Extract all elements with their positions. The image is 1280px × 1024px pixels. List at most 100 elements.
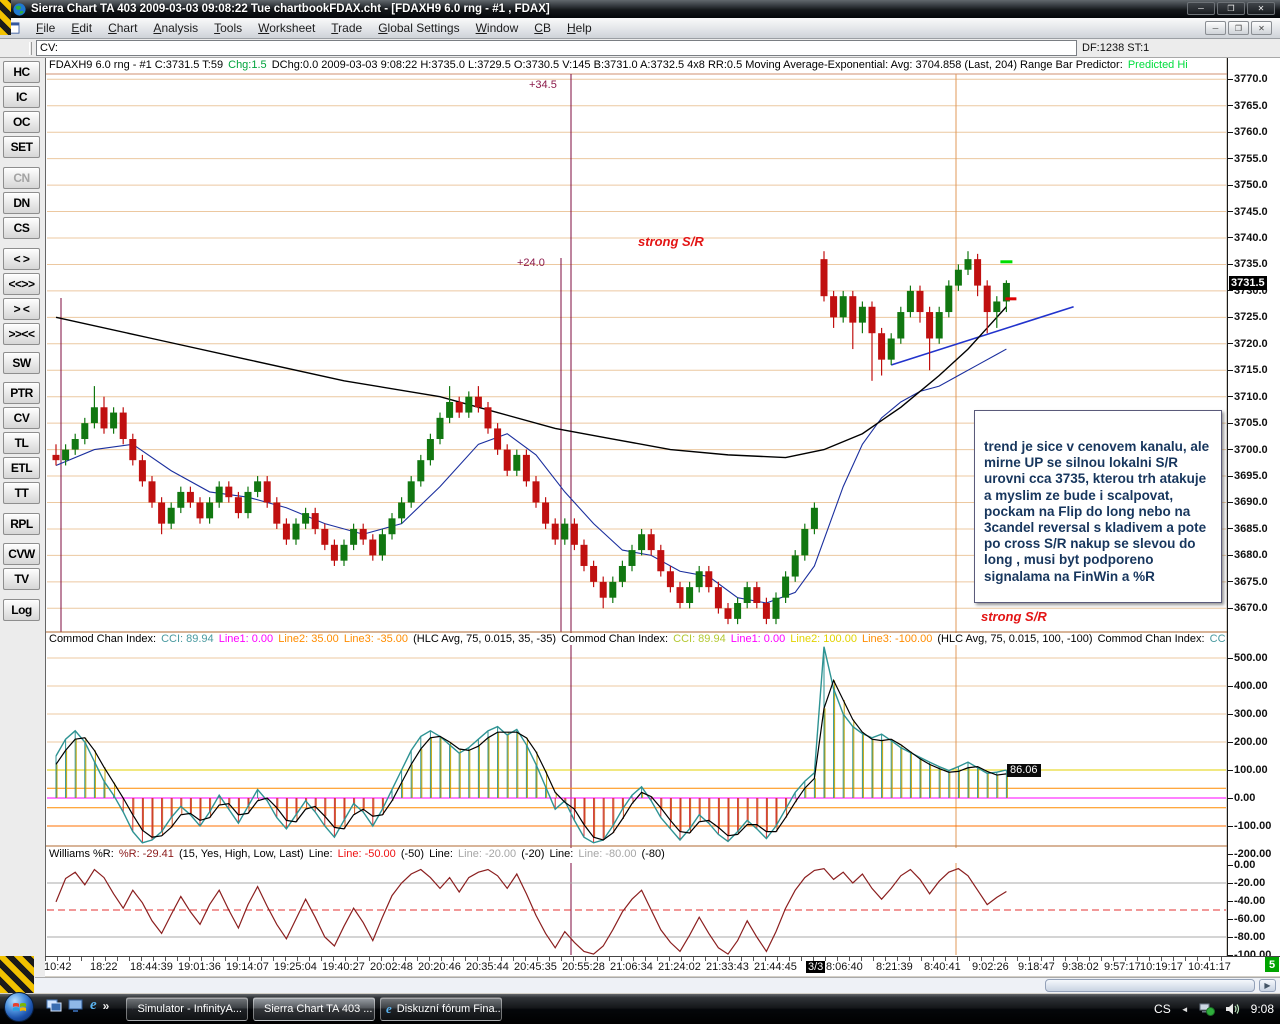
- child-minimize-button[interactable]: ─: [1205, 21, 1226, 35]
- toolbar-grip[interactable]: [29, 42, 32, 55]
- taskbar: e » Simulator - InfinityA... Sierra Chart…: [0, 992, 1280, 1024]
- menu-help[interactable]: Help: [559, 19, 600, 37]
- sidebar-button-tt[interactable]: TT: [3, 482, 40, 504]
- taskbar-task-2[interactable]: Sierra Chart TA 403 ...: [253, 997, 375, 1021]
- scale-tick-label: 100.00: [1228, 763, 1268, 777]
- window-switcher-icon[interactable]: [46, 999, 62, 1013]
- child-close-button[interactable]: ✕: [1251, 21, 1272, 35]
- minimize-button[interactable]: ─: [1187, 2, 1215, 15]
- candlestick-series: [52, 251, 1010, 625]
- quick-launch-chevron-icon[interactable]: »: [103, 999, 110, 1013]
- scale-tick: [1228, 105, 1233, 107]
- range-marker-mid: +24.0: [517, 257, 545, 269]
- menu-file[interactable]: File: [28, 19, 63, 37]
- internet-explorer-icon[interactable]: e: [90, 997, 97, 1014]
- scale-tick: [1228, 528, 1233, 530]
- taskbar-task-3[interactable]: e Diskuzní fórum Fina...: [380, 997, 502, 1021]
- sidebar-button-cs[interactable]: CS: [3, 217, 40, 239]
- menu-cb[interactable]: CB: [526, 19, 559, 37]
- time-axis-label: 19:14:07: [226, 961, 269, 973]
- price-scale[interactable]: 3770.0 3765.0 3760.0 3755.0 3750.0 3745.0 3740…: [1227, 58, 1280, 961]
- scale-tick-label: 3765.0: [1228, 99, 1268, 113]
- study-header-segment: Line:: [308, 848, 336, 860]
- sidebar-button-etl[interactable]: ETL: [3, 457, 40, 479]
- taskbar-task-1[interactable]: Simulator - InfinityA...: [126, 997, 248, 1021]
- scale-tick: [1228, 237, 1233, 239]
- hidden-icons-arrow[interactable]: ◄: [1181, 1005, 1189, 1014]
- study-header-segment: Williams %R:: [49, 848, 117, 860]
- menu-tools[interactable]: Tools: [206, 19, 250, 37]
- time-axis-label: 21:33:43: [706, 961, 749, 973]
- horizontal-scrollbar[interactable]: ▶: [35, 977, 1280, 993]
- sidebar-button-cn[interactable]: CN: [3, 167, 40, 189]
- sidebar-button-tl[interactable]: TL: [3, 432, 40, 454]
- sidebar-button-sw[interactable]: SW: [3, 352, 40, 374]
- sidebar-button-cvw[interactable]: CVW: [3, 543, 40, 565]
- sidebar-button-log[interactable]: Log: [3, 599, 40, 621]
- scrollbar-right-arrow[interactable]: ▶: [1259, 979, 1276, 992]
- menu-window[interactable]: Window: [468, 19, 527, 37]
- scale-tick-label: 3740.0: [1228, 231, 1268, 245]
- time-axis-label: 10:41:17: [1188, 961, 1231, 973]
- scale-tick: [1228, 184, 1233, 186]
- volume-icon[interactable]: [1225, 1002, 1241, 1016]
- menu-items: File Edit Chart Analysis Tools Worksheet Trade…: [28, 19, 600, 37]
- update-interval-badge: 5: [1265, 957, 1279, 972]
- annotation-note[interactable]: trend je sice v cenovem kanalu, ale mirn…: [974, 410, 1222, 603]
- strong-sr-label-bottom[interactable]: strong S/R: [981, 609, 1047, 624]
- child-restore-button[interactable]: ❐: [1228, 21, 1249, 35]
- session-divider-lines: [60, 74, 957, 955]
- sidebar-button-tv[interactable]: TV: [3, 568, 40, 590]
- sidebar-button-set[interactable]: SET: [3, 136, 40, 158]
- time-axis[interactable]: 10:42 18:22 18:44:39 19:01:36 19:14:07 19:25:…: [44, 956, 1280, 976]
- menu-analysis[interactable]: Analysis: [145, 19, 206, 37]
- sidebar-button-ptr[interactable]: PTR: [3, 382, 40, 404]
- scale-tick-label: 3745.0: [1228, 205, 1268, 219]
- menu-trade[interactable]: Trade: [323, 19, 370, 37]
- scale-tick-label: 3675.0: [1228, 575, 1268, 589]
- quick-launch: e »: [46, 997, 109, 1014]
- menu-worksheet[interactable]: Worksheet: [250, 19, 323, 37]
- study-header-segment: Commod Chan Index:: [1097, 633, 1208, 645]
- close-button[interactable]: ✕: [1247, 2, 1275, 15]
- study-header-segment: CCI: 89.94: [673, 633, 729, 645]
- sidebar-button-arrows-8[interactable]: <<>>: [3, 273, 40, 295]
- time-axis-label: 9:02:26: [972, 961, 1009, 973]
- scale-tick: [1228, 422, 1233, 424]
- task-label: Sierra Chart TA 403 ...: [264, 1003, 373, 1015]
- study-header-segment: Line3: -100.00: [862, 633, 936, 645]
- network-icon[interactable]: [1199, 1002, 1215, 1016]
- scale-tick: [1228, 343, 1233, 345]
- restore-button[interactable]: ❐: [1217, 2, 1245, 15]
- study-header-segment: Line2: 100.00: [790, 633, 860, 645]
- time-axis-label: 9:57:17: [1104, 961, 1141, 973]
- sidebar-button-arrows-10[interactable]: >><<: [3, 323, 40, 345]
- time-axis-label: 18:44:39: [130, 961, 173, 973]
- task-label: Diskuzní fórum Fina...: [396, 1003, 502, 1015]
- cv-input[interactable]: CV:: [36, 40, 1077, 56]
- strong-sr-label-top[interactable]: strong S/R: [638, 234, 704, 249]
- show-desktop-icon[interactable]: [68, 999, 84, 1013]
- taskbar-clock[interactable]: 9:08: [1251, 1002, 1274, 1016]
- scale-tick: [1228, 475, 1233, 477]
- sidebar-button-rpl[interactable]: RPL: [3, 513, 40, 535]
- scale-tick: [1228, 158, 1233, 160]
- time-axis-label: 19:40:27: [322, 961, 365, 973]
- sidebar-button-arrows-7[interactable]: < >: [3, 248, 40, 270]
- scale-tick-label: 3680.0: [1228, 548, 1268, 562]
- sidebar-button-cv[interactable]: CV: [3, 407, 40, 429]
- language-indicator[interactable]: CS: [1154, 1002, 1171, 1016]
- sidebar-button-hc[interactable]: HC: [3, 61, 40, 83]
- scrollbar-thumb[interactable]: [1045, 979, 1255, 992]
- sidebar-button-oc[interactable]: OC: [3, 111, 40, 133]
- scale-tick-label: 300.00: [1228, 707, 1268, 721]
- menu-edit[interactable]: Edit: [63, 19, 100, 37]
- menu-global-settings[interactable]: Global Settings: [370, 19, 467, 37]
- sidebar-button-arrows-9[interactable]: > <: [3, 298, 40, 320]
- scale-tick-label: 3755.0: [1228, 152, 1268, 166]
- chart-region[interactable]: FDAXH9 6.0 rng - #1 C:3731.5 T:59 Chg:1.…: [45, 58, 1227, 956]
- start-button[interactable]: [4, 992, 34, 1022]
- sidebar-button-ic[interactable]: IC: [3, 86, 40, 108]
- menu-chart[interactable]: Chart: [100, 19, 145, 37]
- sidebar-button-dn[interactable]: DN: [3, 192, 40, 214]
